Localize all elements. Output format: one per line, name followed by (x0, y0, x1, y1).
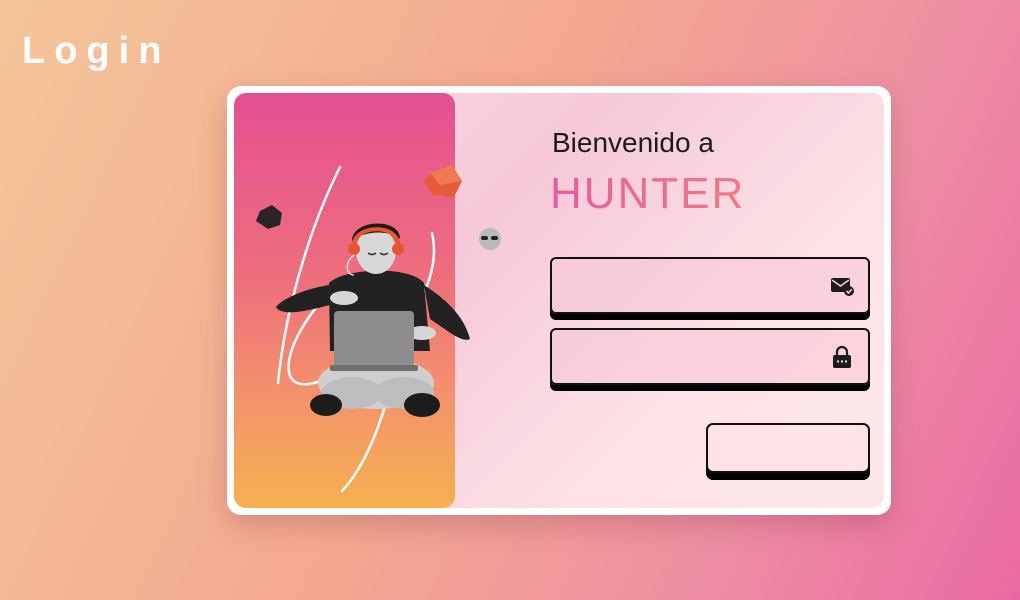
login-button[interactable] (706, 423, 870, 473)
login-card-inner: Bienvenido a HUNTER (234, 93, 884, 508)
orbit-line-lower (340, 401, 388, 493)
password-field[interactable] (550, 328, 870, 385)
welcome-text: Bienvenido a (552, 127, 714, 158)
page-title: Login (22, 30, 171, 72)
dark-cube-icon (256, 205, 282, 229)
lock-icon (833, 345, 851, 368)
password-input[interactable] (552, 330, 868, 383)
hero-illustration (256, 165, 501, 493)
mail-check-icon (831, 277, 854, 296)
laptop-icon (334, 311, 414, 367)
email-input[interactable] (552, 259, 868, 312)
email-field[interactable] (550, 257, 870, 314)
login-card: Bienvenido a HUNTER (227, 86, 891, 515)
brand-name: HUNTER (550, 169, 746, 218)
